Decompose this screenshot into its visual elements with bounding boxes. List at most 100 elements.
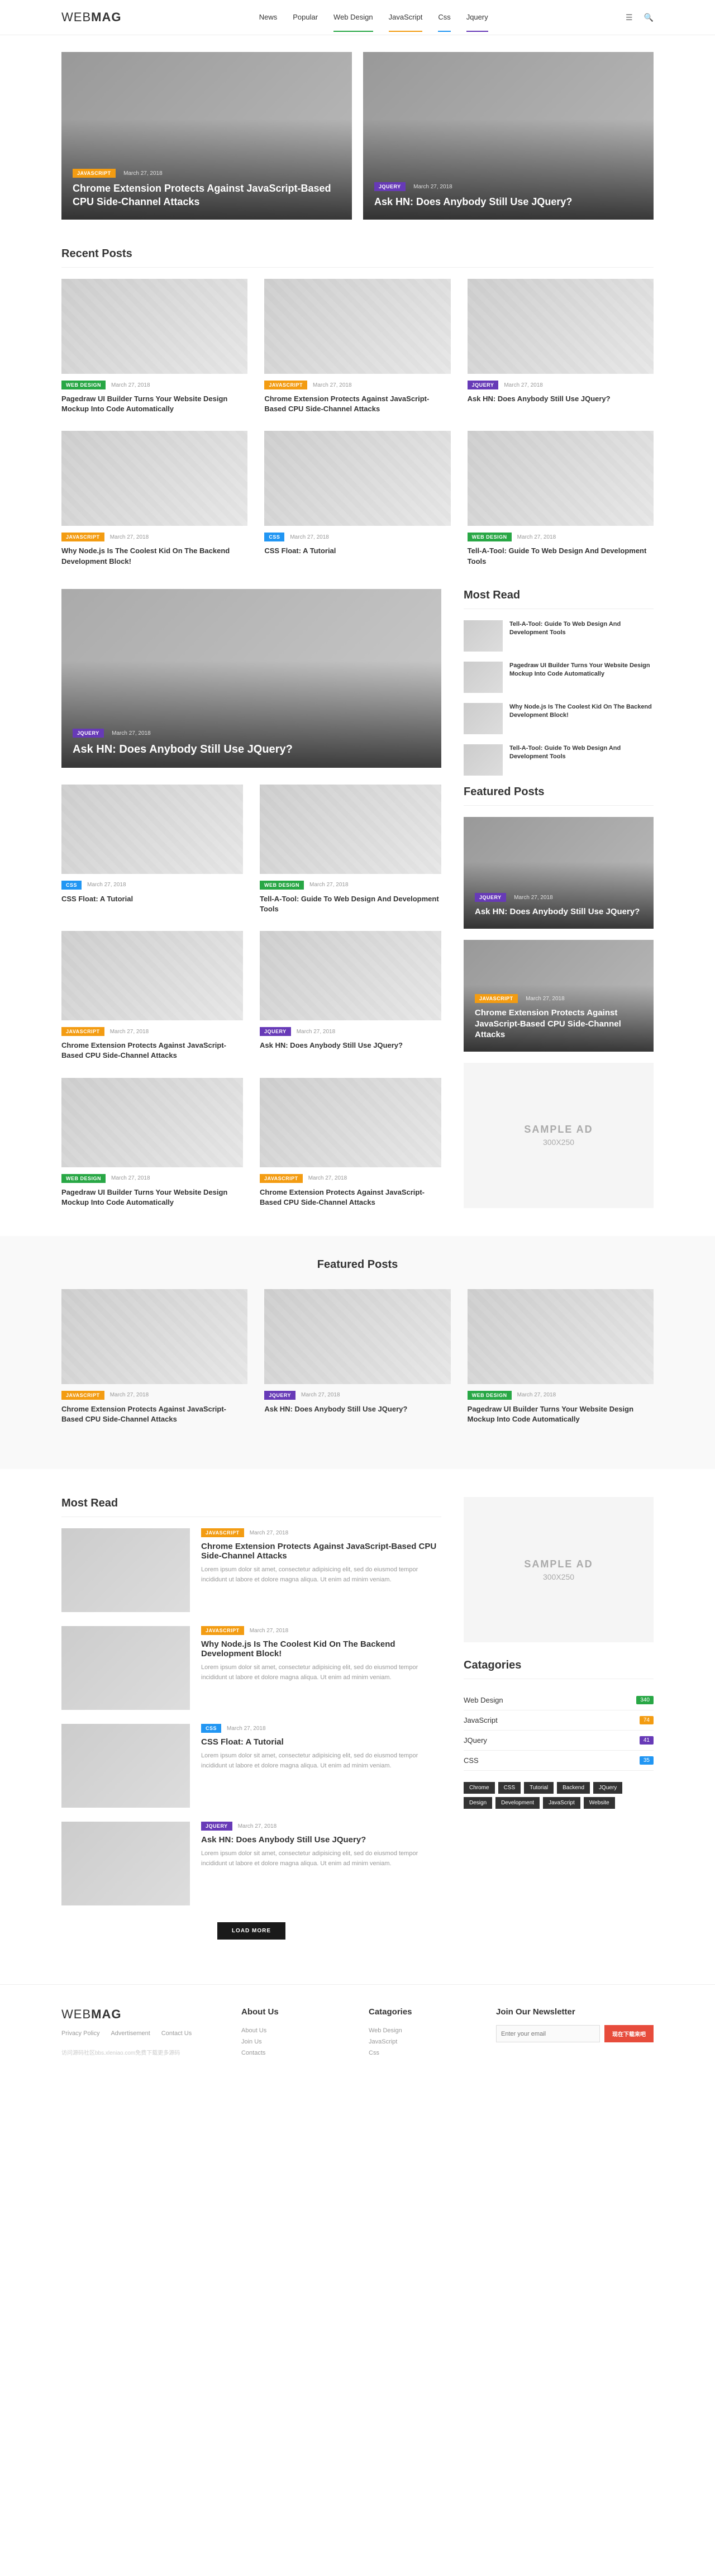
post-tag[interactable]: CSS [264,533,284,541]
post-card[interactable]: JQUERYMarch 27, 2018 Ask HN: Does Anybod… [260,931,441,1061]
category-name[interactable]: CSS [464,1756,479,1765]
big-featured-card[interactable]: JQUERY March 27, 2018 Ask HN: Does Anybo… [61,589,441,768]
featured-card[interactable]: JQUERY March 27, 2018 Ask HN: Does Anybo… [464,817,654,929]
sidebar-item[interactable]: Why Node.js Is The Coolest Kid On The Ba… [464,703,654,734]
category-name[interactable]: JavaScript [464,1716,498,1724]
post-tag[interactable]: JQUERY [264,1391,295,1400]
post-card[interactable]: JQUERYMarch 27, 2018 Ask HN: Does Anybod… [264,1289,450,1424]
footer-link[interactable]: Contact Us [161,2030,192,2037]
category-item[interactable]: JQuery41 [464,1731,654,1751]
nav-news[interactable]: News [259,13,278,31]
post-thumb [61,785,243,874]
post-tag[interactable]: JQUERY [201,1822,232,1831]
post-tag[interactable]: CSS [61,881,82,890]
footer-item[interactable]: JavaScript [369,2036,474,2047]
post-tag[interactable]: JQUERY [374,182,406,191]
tag-pill[interactable]: Development [495,1797,540,1809]
post-tag[interactable]: CSS [201,1724,221,1733]
post-tag[interactable]: JAVASCRIPT [61,1391,104,1400]
category-item[interactable]: JavaScript74 [464,1710,654,1731]
post-tag[interactable]: JAVASCRIPT [61,1027,104,1036]
sidebar-item[interactable]: Pagedraw UI Builder Turns Your Website D… [464,662,654,693]
hero-card-1[interactable]: JAVASCRIPT March 27, 2018 Chrome Extensi… [61,52,352,220]
post-card[interactable]: JAVASCRIPTMarch 27, 2018 Why Node.js Is … [61,431,247,566]
post-card[interactable]: CSSMarch 27, 2018 CSS Float: A Tutorial [61,785,243,914]
post-tag[interactable]: WEB DESIGN [61,1174,106,1183]
footer-item[interactable]: Web Design [369,2025,474,2036]
sidebar-item[interactable]: Tell-A-Tool: Guide To Web Design And Dev… [464,620,654,652]
post-tag[interactable]: JAVASCRIPT [61,533,104,541]
footer-link[interactable]: Privacy Policy [61,2030,99,2037]
mostread-item[interactable]: JQUERYMarch 27, 2018 Ask HN: Does Anybod… [61,1822,441,1905]
post-card[interactable]: WEB DESIGNMarch 27, 2018 Tell-A-Tool: Gu… [260,785,441,914]
post-tag[interactable]: JAVASCRIPT [264,381,307,389]
post-title: CSS Float: A Tutorial [264,546,450,556]
post-card[interactable]: CSSMarch 27, 2018 CSS Float: A Tutorial [264,431,450,566]
tag-pill[interactable]: Chrome [464,1782,495,1794]
tag-pill[interactable]: CSS [498,1782,521,1794]
post-tag[interactable]: JAVASCRIPT [475,994,518,1003]
footer-item[interactable]: Contacts [241,2047,346,2059]
post-tag[interactable]: WEB DESIGN [260,881,304,890]
tag-pill[interactable]: Tutorial [524,1782,554,1794]
post-tag[interactable]: JAVASCRIPT [201,1626,244,1635]
post-card[interactable]: JQUERYMarch 27, 2018 Ask HN: Does Anybod… [468,279,654,414]
tag-pill[interactable]: Backend [557,1782,590,1794]
post-thumb [464,620,503,652]
sidebar-mostread-title: Most Read [464,589,654,609]
tag-pill[interactable]: JavaScript [543,1797,580,1809]
nav-jquery[interactable]: Jquery [466,13,488,31]
tag-pill[interactable]: Website [584,1797,615,1809]
post-card[interactable]: WEB DESIGNMarch 27, 2018 Pagedraw UI Bui… [468,1289,654,1424]
category-name[interactable]: Web Design [464,1696,503,1704]
load-more-button[interactable]: LOAD MORE [217,1922,285,1940]
tag-pill[interactable]: Design [464,1797,492,1809]
nav-webdesign[interactable]: Web Design [333,13,373,31]
nav-popular[interactable]: Popular [293,13,318,31]
post-card[interactable]: WEB DESIGNMarch 27, 2018 Tell-A-Tool: Gu… [468,431,654,566]
newsletter-button[interactable]: 现在下载来吧 [604,2025,654,2042]
mostread-item[interactable]: JAVASCRIPTMarch 27, 2018 Why Node.js Is … [61,1626,441,1710]
post-tag[interactable]: JQUERY [73,729,104,738]
post-title: Chrome Extension Protects Against JavaSc… [61,1404,247,1424]
mostread-item[interactable]: JAVASCRIPTMarch 27, 2018 Chrome Extensio… [61,1528,441,1612]
post-tag[interactable]: JAVASCRIPT [73,169,116,178]
ad-slot-2[interactable]: SAMPLE AD 300X250 [464,1497,654,1642]
tag-pill[interactable]: JQuery [593,1782,622,1794]
post-tag[interactable]: WEB DESIGN [468,1391,512,1400]
newsletter-input[interactable] [496,2025,600,2042]
nav-css[interactable]: Css [438,13,450,31]
post-card[interactable]: JAVASCRIPTMarch 27, 2018 Chrome Extensio… [61,1289,247,1424]
post-tag[interactable]: JAVASCRIPT [260,1174,303,1183]
search-icon[interactable]: 🔍 [644,13,654,22]
post-card[interactable]: JAVASCRIPTMarch 27, 2018 Chrome Extensio… [61,931,243,1061]
post-thumb [468,1289,654,1384]
post-title: CSS Float: A Tutorial [61,894,243,904]
footer-link[interactable]: Advertisement [111,2030,150,2037]
post-card[interactable]: JAVASCRIPTMarch 27, 2018 Chrome Extensio… [264,279,450,414]
post-tag[interactable]: WEB DESIGN [61,381,106,389]
hero-card-2[interactable]: JQUERY March 27, 2018 Ask HN: Does Anybo… [363,52,654,220]
post-tag[interactable]: JAVASCRIPT [201,1528,244,1537]
mostread-item[interactable]: CSSMarch 27, 2018 CSS Float: A Tutorial … [61,1724,441,1808]
footer-item[interactable]: Join Us [241,2036,346,2047]
post-card[interactable]: WEB DESIGNMarch 27, 2018 Pagedraw UI Bui… [61,1078,243,1208]
footer-item[interactable]: Css [369,2047,474,2059]
category-item[interactable]: CSS35 [464,1751,654,1771]
post-tag[interactable]: JQUERY [468,381,499,389]
ad-slot-1[interactable]: SAMPLE AD 300X250 [464,1063,654,1208]
category-item[interactable]: Web Design340 [464,1690,654,1710]
post-tag[interactable]: WEB DESIGN [468,533,512,541]
site-logo[interactable]: WEBMAG [61,10,121,25]
featured-card[interactable]: JAVASCRIPT March 27, 2018 Chrome Extensi… [464,940,654,1052]
nav-javascript[interactable]: JavaScript [389,13,423,31]
sidebar-item[interactable]: Tell-A-Tool: Guide To Web Design And Dev… [464,744,654,776]
footer-item[interactable]: About Us [241,2025,346,2036]
post-card[interactable]: JAVASCRIPTMarch 27, 2018 Chrome Extensio… [260,1078,441,1208]
post-tag[interactable]: JQUERY [475,893,506,902]
category-name[interactable]: JQuery [464,1736,487,1745]
menu-icon[interactable]: ☰ [626,13,633,22]
post-tag[interactable]: JQUERY [260,1027,291,1036]
post-card[interactable]: WEB DESIGNMarch 27, 2018 Pagedraw UI Bui… [61,279,247,414]
footer-logo[interactable]: WEBMAG [61,2007,219,2022]
